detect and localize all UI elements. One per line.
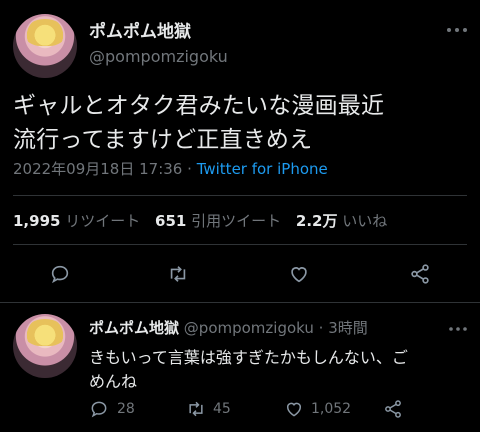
reply-comment-button[interactable]: 28 bbox=[89, 399, 135, 419]
share-icon bbox=[411, 264, 429, 284]
heart-icon bbox=[287, 402, 301, 417]
display-name[interactable]: ポムポム地獄 bbox=[89, 17, 191, 42]
reply-retweet-button[interactable]: 45 bbox=[185, 399, 231, 419]
reply-retweet-count: 45 bbox=[213, 401, 231, 417]
tweet-text-line1: ギャルとオタク君みたいな漫画最近 bbox=[13, 93, 385, 119]
divider bbox=[0, 302, 480, 303]
timestamp[interactable]: 2022年09月18日 17:36 bbox=[13, 160, 182, 178]
likes-count: 2.2万 bbox=[295, 212, 338, 230]
heart-icon bbox=[291, 267, 307, 283]
retweet-button[interactable] bbox=[162, 260, 194, 288]
like-button[interactable] bbox=[283, 260, 315, 288]
likes-stat[interactable]: 2.2万 いいね bbox=[296, 212, 387, 230]
reply-more-icon[interactable] bbox=[448, 321, 468, 337]
reply-count: 28 bbox=[117, 401, 135, 417]
reply-icon bbox=[91, 401, 107, 418]
reply-header: ポムポム地獄 @pompomzigoku · 3時間 bbox=[89, 317, 368, 338]
reply-icon bbox=[51, 265, 69, 284]
quotes-label: 引用ツイート bbox=[191, 212, 282, 230]
reply-display-name[interactable]: ポムポム地獄 bbox=[89, 319, 179, 337]
divider bbox=[13, 244, 467, 245]
reply-button[interactable] bbox=[44, 260, 76, 288]
more-icon[interactable] bbox=[446, 21, 468, 39]
source-link[interactable]: Twitter for iPhone bbox=[197, 160, 328, 178]
likes-label: いいね bbox=[342, 212, 388, 230]
tweet-meta: 2022年09月18日 17:36 · Twitter for iPhone bbox=[13, 158, 328, 179]
reply-handle[interactable]: @pompomzigoku bbox=[184, 319, 314, 337]
share-button[interactable] bbox=[404, 260, 436, 288]
avatar[interactable] bbox=[13, 14, 77, 78]
quotes-count: 651 bbox=[155, 212, 187, 230]
meta-separator: · bbox=[187, 160, 192, 178]
retweet-icon bbox=[170, 266, 186, 282]
reply-share-button[interactable] bbox=[382, 399, 404, 423]
share-icon bbox=[385, 400, 401, 418]
reply-avatar[interactable] bbox=[13, 314, 77, 378]
handle[interactable]: @pompomzigoku bbox=[89, 47, 228, 66]
retweets-count: 1,995 bbox=[13, 212, 61, 230]
divider bbox=[13, 195, 467, 196]
quotes-stat[interactable]: 651 引用ツイート bbox=[155, 212, 286, 230]
reply-like-count: 1,052 bbox=[311, 401, 352, 417]
reply-separator: · bbox=[318, 319, 324, 337]
reply-text-line1: きもいって言葉は強すぎたかもしんない、ご bbox=[89, 348, 408, 367]
tweet-stats: 1,995 リツイート 651 引用ツイート 2.2万 いいね bbox=[13, 210, 387, 231]
retweets-label: リツイート bbox=[65, 212, 141, 230]
reply-time[interactable]: 3時間 bbox=[328, 319, 368, 337]
retweet-icon bbox=[189, 401, 203, 417]
tweet-text-line2: 流行ってますけど正直きめえ bbox=[13, 127, 313, 153]
retweets-stat[interactable]: 1,995 リツイート bbox=[13, 212, 145, 230]
reply-text-line2: めんね bbox=[89, 372, 138, 391]
reply-like-button[interactable]: 1,052 bbox=[283, 399, 351, 419]
